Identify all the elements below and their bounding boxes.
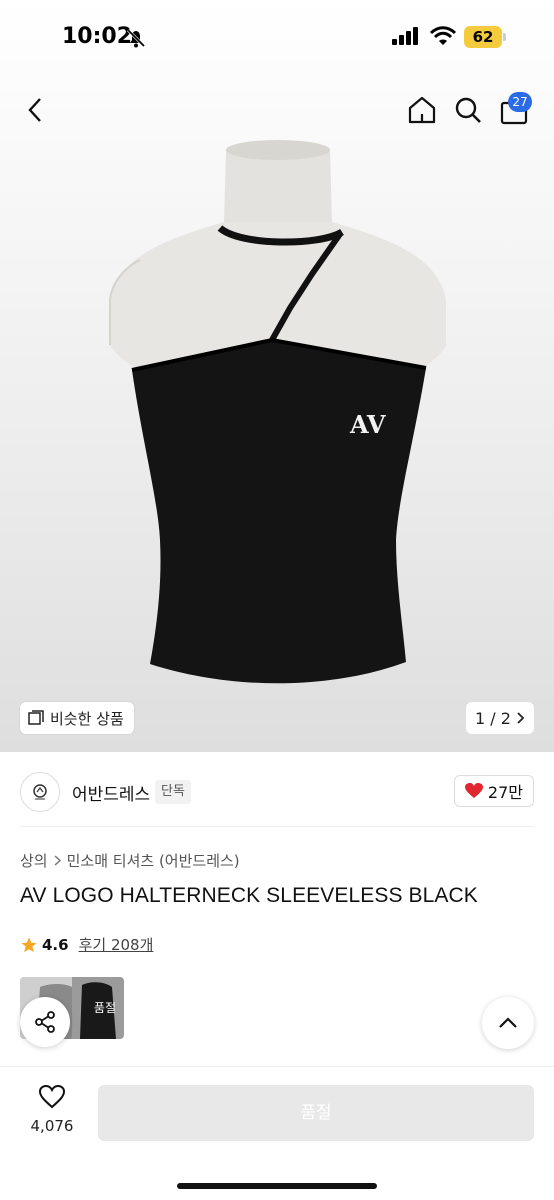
top-nav (0, 84, 554, 138)
like-button[interactable]: 27만 (453, 775, 534, 807)
product-logo-mark: AV (349, 410, 386, 439)
reviews-link[interactable]: 후기 208개 (79, 934, 154, 955)
image-pager[interactable]: 1 / 2 (466, 702, 534, 734)
breadcrumb-item[interactable]: 상의 (20, 850, 48, 871)
breadcrumb: 상의 민소매 티셔츠 (어반드레스) (20, 850, 240, 871)
similar-products-button[interactable]: 비슷한 상품 (20, 702, 134, 734)
chevron-right-icon (54, 855, 61, 866)
home-indicator (177, 1183, 377, 1189)
scroll-top-button[interactable] (482, 997, 534, 1049)
heart-outline-icon (38, 1084, 66, 1109)
soldout-label: 품절 (93, 1001, 116, 1015)
search-button[interactable] (448, 90, 488, 130)
status-time: 10:02 (62, 24, 133, 49)
home-icon (408, 96, 436, 124)
chevron-right-icon (517, 712, 525, 724)
copy-icon (28, 710, 44, 725)
status-bar: 10:02 62 (0, 0, 554, 76)
back-button[interactable] (16, 90, 56, 130)
share-icon (35, 1011, 55, 1033)
share-button[interactable] (20, 997, 70, 1047)
chevron-left-icon (28, 98, 41, 122)
heart-icon (464, 783, 483, 798)
search-icon (455, 97, 481, 123)
signal-icon (392, 27, 418, 45)
chevron-up-icon (499, 1017, 517, 1028)
exclusive-badge: 단독 (155, 780, 191, 804)
wishlist-button[interactable]: 4,076 (24, 1084, 80, 1135)
cart-count-badge: 27 (508, 92, 532, 112)
home-button[interactable] (402, 90, 442, 130)
rating-score: 4.6 (42, 935, 69, 954)
product-title: AV LOGO HALTERNECK SLEEVELESS BLACK (20, 884, 478, 907)
star-icon (21, 937, 37, 952)
battery-indicator: 62 (464, 26, 506, 48)
like-count: 27만 (487, 783, 523, 802)
brand-name[interactable]: 어반드레스 (72, 780, 150, 805)
brand-logo-icon (33, 784, 47, 800)
divider (20, 826, 534, 827)
wishlist-count: 4,076 (30, 1117, 74, 1135)
bottom-action-bar: 4,076 품절 (0, 1066, 554, 1200)
pager-label: 1 / 2 (475, 708, 511, 728)
brand-logo[interactable] (20, 772, 60, 812)
similar-products-label: 비슷한 상품 (50, 709, 124, 728)
sold-out-button[interactable]: 품절 (98, 1085, 534, 1141)
wifi-icon (430, 26, 456, 45)
silent-bell-icon (126, 28, 146, 48)
rating-row: 4.6 후기 208개 (20, 934, 153, 955)
brand-row: 어반드레스 단독 27만 (20, 772, 534, 812)
breadcrumb-item[interactable]: 민소매 티셔츠 (어반드레스) (67, 850, 240, 871)
